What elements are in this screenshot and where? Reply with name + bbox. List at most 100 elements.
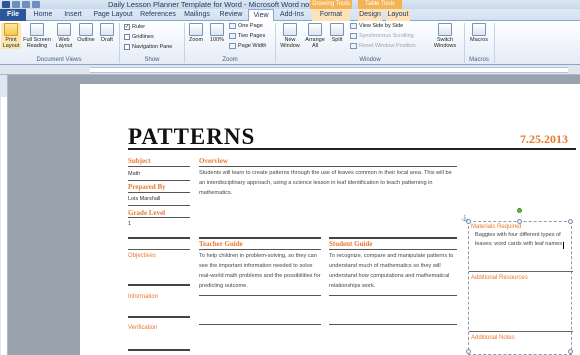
divider (128, 180, 190, 181)
new-window-label: New Window (280, 37, 300, 49)
macros-group-label: Macros (469, 57, 489, 63)
title-bar: Daily Lesson Planner Template for Word -… (0, 0, 580, 9)
ribbon: Print Layout Full Screen Reading Web Lay… (0, 21, 580, 65)
web-layout-button[interactable]: Web Layout (54, 23, 74, 49)
sidebar-text-box[interactable]: Materials Required Baggies with four dif… (468, 221, 573, 355)
draft-button[interactable]: Draft (98, 23, 116, 43)
overview-text[interactable]: Students will learn to create patterns t… (199, 168, 457, 198)
student-guide-label: Student Guide (329, 240, 373, 248)
divider (128, 349, 190, 351)
student-guide-text[interactable]: To recognize, compare and manipulate pat… (329, 251, 457, 291)
tab-design[interactable]: Design (358, 9, 382, 21)
divider (199, 295, 321, 296)
redo-icon[interactable] (32, 1, 40, 8)
gridlines-check-box (124, 34, 130, 40)
additional-notes-label: Additional Notes (471, 335, 515, 341)
tab-references[interactable]: References (138, 9, 178, 21)
zoom-button[interactable]: Zoom (187, 23, 205, 43)
switch-windows-icon (438, 23, 452, 36)
full-screen-reading-label: Full Screen Reading (23, 37, 51, 49)
tab-insert[interactable]: Insert (58, 9, 88, 21)
divider (128, 217, 190, 218)
draft-icon (100, 23, 114, 36)
print-layout-label: Print Layout (2, 37, 20, 49)
tab-page-layout[interactable]: Page Layout (90, 9, 136, 21)
divider (329, 295, 457, 296)
overview-label: Overview (199, 157, 228, 165)
page-width-icon (229, 43, 236, 49)
full-screen-reading-icon (30, 23, 44, 36)
one-page-label: One Page (238, 23, 263, 29)
synchronous-scrolling-icon (350, 33, 357, 39)
arrange-all-button[interactable]: Arrange All (303, 23, 327, 49)
prepared-by-label: Prepared By (128, 183, 166, 191)
tab-home[interactable]: Home (30, 9, 56, 21)
divider (128, 166, 190, 167)
tab-mailings[interactable]: Mailings (180, 9, 214, 21)
split-button[interactable]: Split (328, 23, 346, 43)
divider (128, 316, 190, 318)
navigation-pane-checkbox[interactable]: Navigation Pane (124, 44, 172, 50)
resize-handle-icon[interactable] (466, 349, 471, 354)
resize-handle-icon[interactable] (517, 219, 522, 224)
zoom-100-icon (210, 23, 224, 36)
reset-window-position-button[interactable]: Reset Window Position (350, 43, 416, 49)
grade-level-label: Grade Level (128, 209, 166, 217)
tab-add-ins[interactable]: Add-Ins (276, 9, 308, 21)
group-separator (494, 23, 495, 63)
draft-label: Draft (101, 37, 113, 43)
resize-handle-icon[interactable] (466, 219, 471, 224)
zoom-100-label: 100% (209, 37, 225, 43)
rotate-handle-icon[interactable] (517, 208, 522, 213)
outline-button[interactable]: Outline (76, 23, 96, 43)
ruler-text-area (90, 67, 568, 73)
gridlines-label: Gridlines (132, 34, 154, 40)
synchronous-scrolling-button[interactable]: Synchronous Scrolling (350, 33, 414, 39)
teacher-guide-text[interactable]: To help children in problem-solving, so … (199, 251, 321, 291)
drawing-tools-label: Drawing Tools (310, 0, 352, 9)
new-window-button[interactable]: New Window (278, 23, 302, 49)
one-page-button[interactable]: One Page (229, 23, 263, 29)
horizontal-ruler[interactable] (0, 65, 580, 75)
lesson-title[interactable]: PATTERNS (128, 124, 255, 150)
full-screen-reading-button[interactable]: Full Screen Reading (22, 23, 52, 49)
tab-format[interactable]: Format (312, 9, 350, 21)
document-page[interactable]: PATTERNS 7.25.2013 Subject Math Prepared… (80, 84, 580, 355)
one-page-icon (229, 23, 236, 29)
teacher-guide-label: Teacher Guide (199, 240, 243, 248)
reset-window-position-label: Reset Window Position (359, 43, 416, 49)
switch-windows-button[interactable]: Switch Windows (428, 23, 462, 49)
page-width-button[interactable]: Page Width (229, 43, 266, 49)
gridlines-checkbox[interactable]: Gridlines (124, 34, 154, 40)
title-rule (128, 148, 576, 150)
print-layout-button[interactable]: Print Layout (1, 23, 21, 49)
ruler-check-box: ✓ (124, 24, 130, 30)
undo-icon[interactable] (22, 1, 30, 8)
tab-layout[interactable]: Layout (386, 9, 410, 21)
macros-icon (472, 23, 486, 36)
macros-button[interactable]: Macros (468, 23, 490, 43)
zoom-100-button[interactable]: 100% (207, 23, 227, 43)
subject-value[interactable]: Math (128, 171, 140, 177)
materials-required-text[interactable]: Baggies with four different types of lea… (475, 231, 570, 249)
vertical-ruler-text-area (1, 97, 7, 355)
grade-level-value[interactable]: 1 (128, 221, 131, 227)
divider (128, 192, 190, 193)
objectives-label: Objectives (128, 253, 157, 259)
materials-required-label: Materials Required (471, 224, 522, 230)
tab-review[interactable]: Review (216, 9, 246, 21)
divider (199, 237, 321, 239)
two-pages-button[interactable]: Two Pages (229, 33, 265, 39)
lesson-date[interactable]: 7.25.2013 (520, 132, 568, 147)
prepared-by-value[interactable]: Lois Marshall (128, 196, 160, 202)
tab-file[interactable]: File (0, 9, 26, 21)
save-icon[interactable] (12, 1, 20, 8)
vertical-ruler[interactable] (0, 75, 8, 355)
resize-handle-icon[interactable] (568, 219, 573, 224)
two-pages-icon (229, 33, 236, 39)
ruler-checkbox[interactable]: ✓ Ruler (124, 24, 145, 30)
resize-handle-icon[interactable] (568, 349, 573, 354)
side-by-side-icon (350, 23, 357, 29)
view-side-by-side-button[interactable]: View Side by Side (350, 23, 403, 29)
table-tools-label: Table Tools (358, 0, 402, 9)
